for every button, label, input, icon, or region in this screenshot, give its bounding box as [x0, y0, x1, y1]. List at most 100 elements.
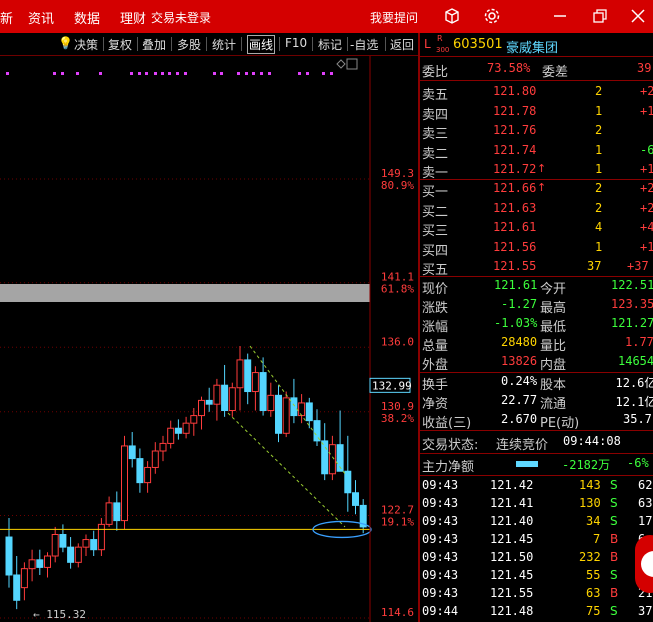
tick-price: 121.41	[490, 496, 534, 510]
tick-row[interactable]: 09:43121.4555S29	[420, 567, 653, 586]
ask-row[interactable]: 卖五 121.80 2 +2	[420, 83, 653, 103]
tick-row[interactable]: 09:43 121.42 143 S 62	[420, 477, 653, 496]
tick-row[interactable]: 09:44 121.48 75 S 37	[420, 603, 653, 622]
tool-draw-line[interactable]: 画线	[247, 35, 276, 54]
tick-row[interactable]: 09:43 121.55 63 B 21	[420, 585, 653, 604]
tool-statistics[interactable]: 统计	[212, 36, 236, 53]
ask-question-link[interactable]: 我要提问	[370, 9, 418, 26]
menu-data[interactable]: 数据	[74, 8, 100, 27]
ask-volume: 2	[595, 84, 603, 98]
tick-volume: 232	[579, 550, 601, 564]
tick-volume: 55	[586, 568, 601, 582]
fundamental-row[interactable]: 换手 0.24% 股本 12.6亿	[420, 373, 653, 393]
tool-back[interactable]: 返回	[390, 36, 414, 53]
toolbar-divider	[279, 37, 280, 51]
quote-stat-row[interactable]: 外盘 13826 内盘 14654	[420, 353, 653, 373]
fund-label: 流通	[540, 397, 567, 412]
stat-value: -1.03%	[494, 316, 538, 330]
candle-body	[313, 420, 321, 442]
fundamental-row[interactable]: 收益(三) 2.670 PE(动) 35.7	[420, 411, 653, 431]
toolbar-divider	[206, 37, 207, 51]
restore-icon[interactable]	[587, 4, 613, 28]
expand-icon[interactable]	[346, 58, 358, 70]
bid-volume: 2	[595, 181, 603, 195]
diamond-icon[interactable]	[336, 59, 346, 69]
quote-stat-row[interactable]: 涨幅 -1.03% 最低 121.27	[420, 315, 653, 335]
candlestick-chart[interactable]: ← 115.32 149.380.9%141.161.8%136.0130.93…	[0, 56, 418, 622]
cube-icon[interactable]	[439, 4, 465, 28]
candle-body	[90, 539, 98, 551]
signal-dot	[6, 72, 9, 75]
bid-row[interactable]: 买三 121.61 4 +4	[420, 219, 653, 239]
signal-dot	[176, 72, 179, 75]
tool-overlay[interactable]: 叠加	[142, 36, 166, 53]
weibi-label: 委比	[422, 65, 449, 80]
quote-stat-row[interactable]: 总量 28480 量比 1.77	[420, 334, 653, 354]
tick-side: S	[610, 568, 618, 582]
ask-change: +2	[640, 84, 653, 98]
quote-stat-row[interactable]: 涨跌 -1.27 最高 123.35	[420, 296, 653, 316]
tool-decision[interactable]: 决策	[74, 36, 98, 53]
ask-volume: 2	[595, 123, 603, 137]
floating-action-button[interactable]	[635, 535, 653, 593]
tick-volume: 7	[593, 532, 601, 546]
bid-row[interactable]: 买五 121.55 37 +37	[420, 258, 653, 278]
tool-f10[interactable]: F10	[285, 36, 307, 50]
candle-body	[82, 539, 90, 548]
tool-adjust[interactable]: 复权	[108, 36, 132, 53]
stat-value: 122.51	[611, 278, 653, 292]
toolbar-divider	[171, 37, 172, 51]
fundamental-row[interactable]: 净资 22.77 流通 12.1亿	[420, 392, 653, 412]
gear-icon[interactable]	[479, 4, 505, 28]
close-icon[interactable]	[625, 4, 651, 28]
net-flow-value: -2182万	[562, 458, 611, 472]
bid-row[interactable]: 买四 121.56 1 +1	[420, 239, 653, 259]
bid-row[interactable]: 买一 121.66 ↑ 2 +2	[420, 180, 653, 200]
fund-label: 换手	[422, 378, 449, 393]
tick-row[interactable]: 09:43121.50232B21	[420, 549, 653, 568]
candle-body	[236, 359, 244, 389]
tool-remove-watchlist[interactable]: -自选	[350, 36, 378, 53]
candle-body	[28, 559, 36, 570]
ask-row[interactable]: 卖四 121.78 1 +1	[420, 103, 653, 123]
ask-label: 卖五	[422, 88, 449, 103]
fund-label: PE(动)	[540, 416, 580, 431]
candle-body	[228, 387, 236, 412]
tick-row[interactable]: 09:43 121.40 34 S 17	[420, 513, 653, 532]
tick-time: 09:43	[422, 568, 459, 582]
tool-mark[interactable]: 标记	[318, 36, 342, 53]
tick-row[interactable]: 09:43121.457B6	[420, 531, 653, 550]
ask-row[interactable]: 卖一 121.72 ↑ 1 +1	[420, 161, 653, 181]
tick-price: 121.45	[490, 568, 534, 582]
toolbar-divider	[137, 37, 138, 51]
bid-volume: 1	[595, 239, 603, 254]
weibi-row: 委比 73.58% 委差 39	[420, 60, 653, 80]
ask-row[interactable]: 卖二 121.74 1 -6	[420, 142, 653, 162]
ask-row[interactable]: 卖三 121.76 2	[420, 122, 653, 142]
bid-price: 121.63	[493, 200, 537, 215]
stock-sub-bottom: 300	[436, 46, 450, 54]
quote-stat-row[interactable]: 现价 121.61 今开 122.51	[420, 277, 653, 297]
menu-new[interactable]: 新	[0, 8, 13, 27]
menu-finance[interactable]: 理财	[120, 8, 146, 27]
divider	[420, 453, 653, 454]
ask-volume: 1	[595, 103, 603, 118]
bid-change: +2	[640, 200, 653, 215]
stock-header[interactable]: L R 300 603501 豪威集团	[420, 34, 653, 56]
minimize-icon[interactable]	[547, 4, 573, 28]
ask-label: 卖四	[422, 107, 449, 123]
tool-multi-stock[interactable]: 多股	[177, 36, 201, 53]
candle-body	[213, 384, 221, 405]
lightbulb-icon[interactable]: 💡	[58, 36, 73, 50]
divider	[420, 80, 653, 81]
low-price-label: ← 115.32	[33, 608, 86, 621]
tick-price: 121.45	[490, 532, 534, 546]
candle-body	[352, 492, 359, 506]
tick-row[interactable]: 09:43 121.41 130 S 63	[420, 495, 653, 514]
divider	[420, 475, 653, 476]
menu-news[interactable]: 资讯	[28, 8, 54, 27]
trade-login-status[interactable]: 交易未登录	[151, 9, 211, 26]
bid-row[interactable]: 买二 121.63 2 +2	[420, 200, 653, 220]
stat-label: 涨跌	[422, 301, 449, 316]
ask-price: 121.72	[493, 162, 537, 176]
